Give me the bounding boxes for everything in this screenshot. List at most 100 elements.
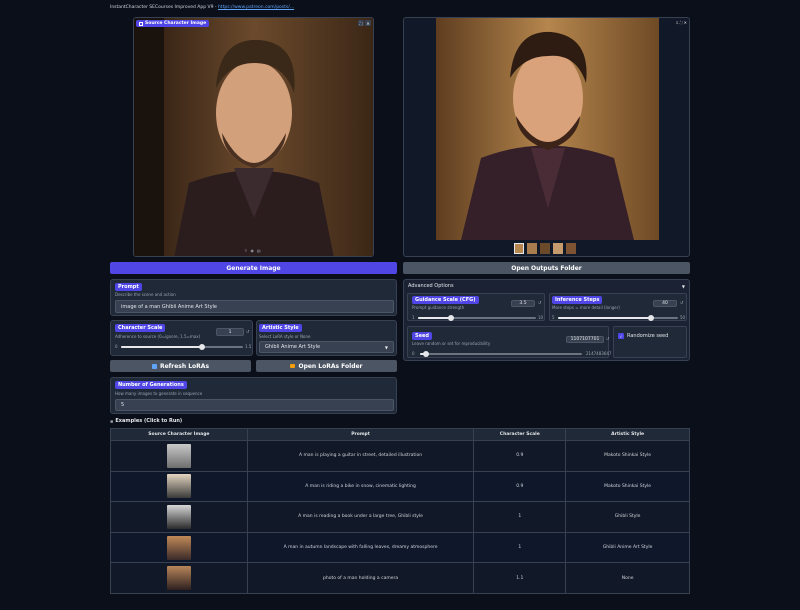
table-row[interactable]: A man is riding a bike in snow, cinemati…: [110, 470, 690, 503]
table-row[interactable]: photo of a man holding a camera 1.1 None: [110, 562, 690, 594]
output-gallery-panel[interactable]: ⇩ ⛶ ✕: [403, 17, 690, 257]
examples-table: Source Character Image Prompt Character …: [110, 428, 690, 594]
guidance-number[interactable]: 3.5: [511, 300, 535, 307]
randomize-seed-group: ✓ Randomize seed: [613, 326, 687, 358]
chevron-down-icon: ▼: [384, 344, 388, 350]
gallery-thumbnails: [514, 243, 576, 254]
table-row[interactable]: A man is playing a guitar in street, det…: [110, 440, 690, 472]
table-row[interactable]: A man in autumn landscape with falling l…: [110, 531, 690, 564]
character-scale-min: 0: [115, 344, 118, 349]
gallery-thumbnail[interactable]: [566, 243, 576, 254]
reset-icon[interactable]: ↺: [680, 300, 683, 305]
example-style: Makoto Shinkai Style: [565, 440, 690, 472]
example-thumbnail: [166, 443, 191, 468]
character-scale-number[interactable]: 1: [216, 328, 244, 336]
character-scale-label: Character Scale: [115, 324, 166, 332]
generate-image-button[interactable]: Generate Image: [110, 262, 397, 274]
refresh-loras-button[interactable]: Refresh LoRAs: [110, 360, 251, 372]
list-icon: ≡: [110, 418, 114, 424]
character-scale-max: 1.5: [245, 344, 252, 349]
webcam-icon[interactable]: ◉: [250, 248, 254, 253]
randomize-seed-label: Randomize seed: [627, 333, 669, 339]
open-outputs-folder-button[interactable]: Open Outputs Folder: [403, 262, 690, 274]
steps-number[interactable]: 40: [653, 300, 677, 307]
close-icon[interactable]: ✕: [365, 20, 371, 26]
close-icon[interactable]: ✕: [684, 20, 687, 25]
artistic-style-dropdown[interactable]: Ghibli Anime Art Style ▼: [259, 341, 394, 353]
open-loras-folder-button[interactable]: Open LoRAs Folder: [256, 360, 397, 372]
guidance-slider[interactable]: [418, 315, 536, 321]
example-prompt: A man is reading a book under a large tr…: [246, 501, 475, 533]
gallery-thumbnail[interactable]: [527, 243, 537, 254]
prompt-input[interactable]: image of a man Ghibli Anime Art Style: [115, 300, 394, 313]
randomize-seed-checkbox[interactable]: ✓: [618, 333, 624, 339]
source-image-bottom-tools: ⇪ ◉ ▤: [244, 248, 261, 253]
guidance-label: Guidance Scale (CFG): [412, 296, 479, 304]
seed-min: 0: [412, 351, 415, 356]
example-prompt: A man is playing a guitar in street, det…: [246, 440, 475, 472]
download-icon[interactable]: ⇩: [675, 20, 678, 25]
upload-icon[interactable]: ⇪: [244, 248, 247, 253]
seed-sublabel: Leave random or set for reproducibility: [412, 341, 491, 346]
generations-input[interactable]: 5: [115, 399, 394, 411]
gallery-thumbnail[interactable]: [540, 243, 550, 254]
column-header: Source Character Image: [110, 428, 248, 441]
reset-icon[interactable]: ↺: [246, 329, 249, 334]
gallery-thumbnail[interactable]: [514, 243, 524, 254]
example-style: Ghibli Anime Art Style: [565, 531, 690, 564]
reset-icon[interactable]: ↺: [606, 336, 609, 341]
seed-number[interactable]: 1107107701: [566, 336, 604, 343]
example-style: None: [565, 562, 690, 594]
character-scale-panel: Character Scale Adherence to source (0=i…: [110, 320, 253, 356]
seed-slider[interactable]: [420, 351, 582, 357]
example-scale: 1: [473, 531, 567, 564]
guidance-group: Guidance Scale (CFG) Prompt guidance str…: [407, 293, 545, 321]
column-header: Artistic Style: [565, 428, 690, 441]
steps-min: 5: [552, 315, 555, 320]
advanced-options-panel: Advanced Options ▼ Guidance Scale (CFG) …: [403, 279, 690, 361]
example-style: Ghibli Style: [565, 501, 690, 533]
output-anime-image: [436, 18, 659, 240]
example-scale: 1: [473, 501, 567, 533]
reset-icon[interactable]: ↺: [538, 300, 541, 305]
advanced-options-header[interactable]: Advanced Options ▼: [404, 280, 689, 292]
patreon-link[interactable]: https://www.patreon.com/posts/...: [218, 5, 294, 10]
artistic-style-sublabel: Select LoRA style or None: [259, 334, 311, 339]
artistic-style-value: Ghibli Anime Art Style: [265, 344, 321, 350]
seed-group: Seed Leave random or set for reproducibi…: [407, 326, 612, 358]
example-scale: 1.1: [473, 562, 567, 594]
generations-panel: Number of Generations How many images to…: [110, 377, 397, 414]
character-scale-slider[interactable]: [121, 344, 243, 350]
character-scale-sublabel: Adherence to source (0=ignore, 1.5=max): [115, 334, 201, 339]
seed-max: 2147483647: [586, 351, 612, 356]
steps-slider[interactable]: [558, 315, 678, 321]
guidance-min: 1: [412, 315, 415, 320]
chevron-down-icon: ▼: [681, 283, 685, 289]
app-title: InstantCharacter SECourses Improved App …: [110, 5, 217, 10]
example-thumbnail: [166, 474, 191, 499]
table-row[interactable]: A man is reading a book under a large tr…: [110, 501, 690, 533]
prompt-label: Prompt: [115, 283, 142, 291]
example-style: Makoto Shinkai Style: [565, 470, 690, 503]
example-scale: 0.9: [473, 440, 567, 472]
guidance-sublabel: Prompt guidance strength: [412, 305, 465, 310]
steps-max: 50: [680, 315, 686, 320]
steps-label: Inference Steps: [552, 296, 603, 304]
artistic-style-label: Artistic Style: [259, 324, 302, 332]
fullscreen-icon[interactable]: ⛶: [680, 20, 683, 25]
examples-title: ≡ Examples (Click to Run): [110, 418, 183, 424]
refresh-icon: [151, 363, 157, 369]
example-prompt: A man is riding a bike in snow, cinemati…: [246, 470, 475, 503]
gallery-thumbnail[interactable]: [553, 243, 563, 254]
artistic-style-panel: Artistic Style Select LoRA style or None…: [256, 320, 397, 356]
example-scale: 0.9: [473, 470, 567, 503]
column-header: Character Scale: [473, 428, 567, 441]
fullscreen-icon[interactable]: ⛶: [358, 20, 364, 26]
source-image-controls: ⛶ ✕: [358, 20, 371, 26]
seed-label: Seed: [412, 332, 432, 340]
generations-sublabel: How many images to generate in sequence: [115, 391, 203, 396]
clipboard-icon[interactable]: ▤: [257, 248, 261, 253]
guidance-max: 10: [538, 315, 544, 320]
source-image-panel[interactable]: Source Character Image ⛶ ✕ ⇪ ◉ ▤: [133, 17, 374, 257]
page-header: InstantCharacter SECourses Improved App …: [110, 5, 294, 10]
